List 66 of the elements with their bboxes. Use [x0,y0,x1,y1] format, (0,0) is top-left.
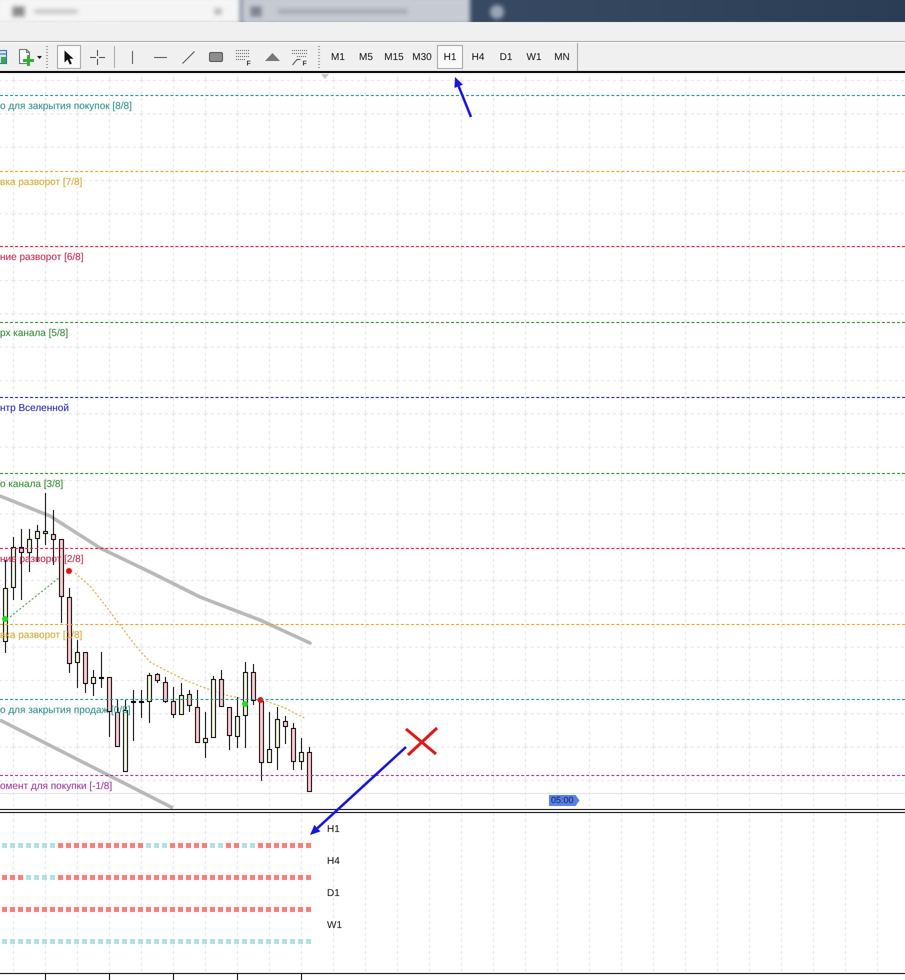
level-label: ние разворот [6/8] [0,252,84,264]
candle [291,722,296,770]
candle [203,712,208,758]
candle [195,690,200,744]
candle [83,652,88,694]
candle [43,492,48,546]
candle [219,670,224,708]
rectangle-icon [209,52,223,62]
timeframe-button[interactable]: MN [549,45,575,69]
level-label: нтр Вселенной [0,403,69,415]
cross-mark-icon [405,726,438,756]
timeframe-button[interactable]: W1 [521,45,547,69]
pointer-arrow [454,77,472,118]
level-label: рх канала [5/8] [0,328,68,340]
timeframe-button[interactable]: H4 [465,45,491,69]
candle [107,676,112,738]
timeframe-button[interactable]: D1 [493,45,519,69]
dot-marker-icon [242,701,248,707]
candle [275,706,280,770]
candle [227,706,232,750]
candle [267,712,272,764]
candle [155,672,160,684]
candle [211,676,216,738]
horizontal-line-icon [154,56,166,58]
dot-marker-icon [2,616,8,622]
caret-icon [36,56,42,58]
candle [235,696,240,748]
timeframe-label: H4 [327,856,340,868]
dot-marker-icon [258,697,264,703]
candle [307,746,312,792]
timeframe-label: H1 [327,824,340,836]
timeframe-button[interactable]: M1 [325,45,351,69]
timeframe-button[interactable]: M30 [409,45,435,69]
candle [99,652,104,688]
timeframe-label: D1 [327,888,340,900]
timeframe-button[interactable]: M15 [381,45,407,69]
candle [163,676,168,704]
dot-marker-icon [66,568,72,574]
level-label: о канала [3/8] [0,479,64,491]
candle [139,690,144,718]
document-plus-icon [16,48,34,66]
triangle-marker-icon [321,74,329,79]
diagonal-line-icon [182,50,194,64]
time-label: 05:00 [549,795,580,806]
candle [179,682,184,716]
candle [171,686,176,718]
timeframe-button[interactable]: H1 [437,45,463,69]
cursor-arrow-icon [64,50,74,64]
candle [299,738,304,770]
candle [91,670,96,696]
candle [283,716,288,744]
level-label: о для закрытия покупок [8/8] [0,101,132,113]
cursor-button[interactable] [57,45,81,69]
candle [131,690,136,742]
timeframe-button[interactable]: M5 [353,45,379,69]
candle [75,640,80,688]
candle [251,664,256,706]
crosshair-icon [90,50,104,64]
window-grid-icon [0,49,8,65]
candle [147,672,152,724]
candle [187,690,192,712]
level-label: вка разворот [7/8] [0,177,82,189]
dashed-trend-line [10,576,60,618]
timeframe-label: W1 [327,920,342,932]
level-label: омент для покупки [-1/8] [0,781,112,793]
triangle-icon [264,53,280,61]
